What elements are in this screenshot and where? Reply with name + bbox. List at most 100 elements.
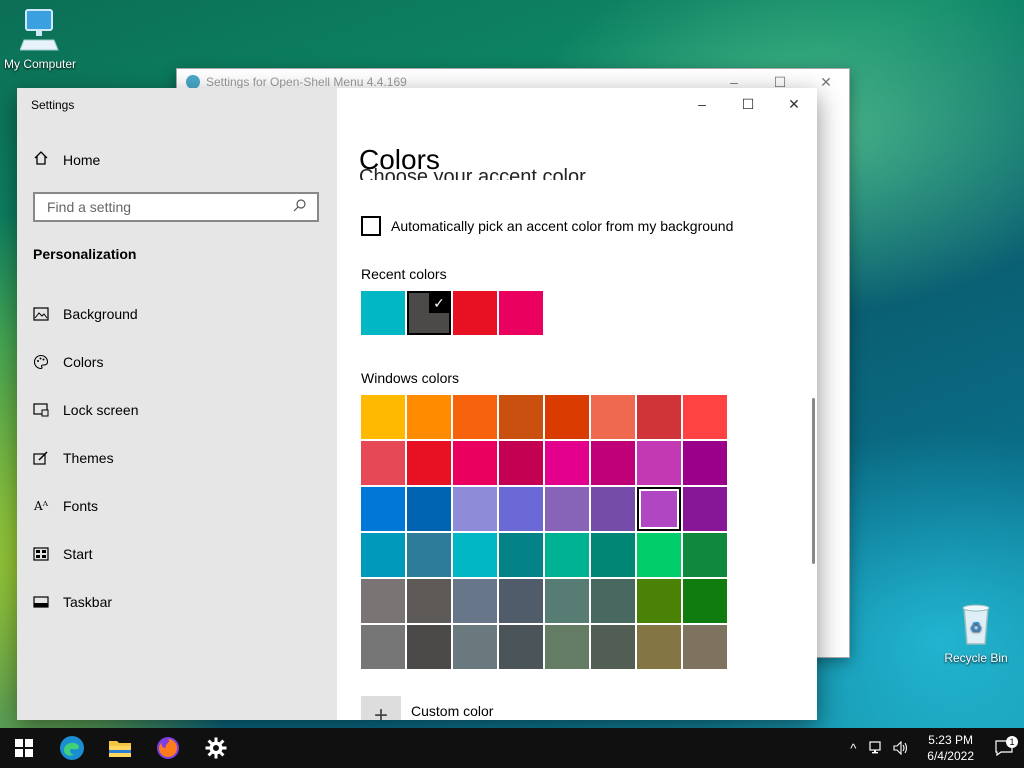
color-swatch[interactable] (499, 291, 543, 335)
color-swatch[interactable] (453, 395, 497, 439)
color-swatch[interactable] (637, 441, 681, 485)
color-swatch[interactable] (591, 625, 635, 669)
color-swatch[interactable] (683, 625, 727, 669)
color-swatch[interactable] (499, 533, 543, 577)
maximize-button[interactable]: ☐ (725, 88, 771, 120)
desktop-icon-my-computer[interactable]: My Computer (0, 8, 80, 71)
color-swatch[interactable] (683, 533, 727, 577)
home-icon (33, 150, 63, 169)
color-swatch[interactable] (683, 487, 727, 531)
color-swatch[interactable] (361, 625, 405, 669)
color-swatch[interactable] (637, 625, 681, 669)
color-swatch[interactable] (545, 579, 589, 623)
color-swatch[interactable] (361, 579, 405, 623)
color-swatch[interactable] (361, 395, 405, 439)
color-swatch[interactable] (637, 533, 681, 577)
nav-item-label: Background (63, 306, 138, 322)
nav-item-background[interactable]: Background (17, 290, 337, 338)
color-swatch[interactable] (453, 291, 497, 335)
clock-date: 6/4/2022 (927, 749, 974, 763)
custom-color-button[interactable]: + Custom color (361, 696, 493, 720)
volume-icon[interactable] (889, 741, 913, 755)
nav-item-lock-screen[interactable]: Lock screen (17, 386, 337, 434)
nav-item-themes[interactable]: Themes (17, 434, 337, 482)
color-swatch[interactable] (545, 395, 589, 439)
nav-item-label: Themes (63, 450, 114, 466)
search-icon[interactable] (293, 198, 307, 217)
checkbox-label: Automatically pick an accent color from … (391, 218, 734, 234)
settings-button[interactable] (192, 728, 240, 768)
color-swatch[interactable] (591, 441, 635, 485)
home-link[interactable]: Home (33, 150, 100, 169)
open-shell-icon (186, 75, 200, 89)
color-swatch[interactable] (545, 625, 589, 669)
chevron-up-icon[interactable]: ^ (841, 741, 865, 756)
color-swatch[interactable] (407, 533, 451, 577)
color-swatch[interactable] (591, 579, 635, 623)
nav-item-fonts[interactable]: Aᴬ Fonts (17, 482, 337, 530)
taskbar: ^ 5:23 PM 6/4/2022 1 (0, 728, 1024, 768)
search-box[interactable] (33, 192, 319, 222)
color-swatch[interactable] (499, 395, 543, 439)
color-swatch[interactable] (407, 395, 451, 439)
minimize-button[interactable]: – (679, 88, 725, 120)
computer-icon (0, 8, 80, 55)
color-swatch[interactable] (545, 487, 589, 531)
color-swatch[interactable] (453, 533, 497, 577)
color-swatch[interactable] (361, 291, 405, 335)
file-explorer-button[interactable] (96, 728, 144, 768)
color-swatch[interactable] (453, 625, 497, 669)
color-swatch[interactable] (407, 441, 451, 485)
color-swatch[interactable] (545, 533, 589, 577)
color-swatch[interactable] (361, 441, 405, 485)
color-swatch[interactable] (499, 579, 543, 623)
color-swatch[interactable] (591, 487, 635, 531)
firefox-button[interactable] (144, 728, 192, 768)
color-swatch[interactable] (637, 395, 681, 439)
color-swatch[interactable] (453, 441, 497, 485)
nav-item-colors[interactable]: Colors (17, 338, 337, 386)
color-swatch[interactable] (453, 579, 497, 623)
svg-text:♻: ♻ (970, 620, 983, 636)
firefox-icon (157, 737, 179, 759)
close-button[interactable]: ✕ (771, 88, 817, 120)
color-swatch[interactable] (453, 487, 497, 531)
nav-item-start[interactable]: Start (17, 530, 337, 578)
edge-button[interactable] (48, 728, 96, 768)
settings-window[interactable]: Settings Home Personalization Background (17, 88, 817, 720)
color-swatch[interactable] (591, 533, 635, 577)
nav-item-label: Start (63, 546, 93, 562)
color-swatch[interactable] (591, 395, 635, 439)
scrollbar[interactable] (812, 398, 815, 564)
plus-icon: + (361, 696, 401, 720)
start-icon (33, 546, 49, 562)
network-icon[interactable] (865, 741, 889, 755)
color-swatch[interactable]: ✓ (407, 291, 451, 335)
clock[interactable]: 5:23 PM 6/4/2022 (927, 732, 974, 764)
start-icon (15, 739, 33, 757)
color-swatch[interactable] (637, 579, 681, 623)
start-button[interactable] (0, 728, 48, 768)
color-swatch[interactable] (407, 579, 451, 623)
color-swatch[interactable] (361, 487, 405, 531)
color-swatch[interactable] (407, 487, 451, 531)
color-swatch[interactable] (637, 487, 681, 531)
nav-item-label: Fonts (63, 498, 99, 514)
color-swatch[interactable] (545, 441, 589, 485)
action-center-button[interactable]: 1 (984, 736, 1024, 756)
color-swatch[interactable] (499, 625, 543, 669)
desktop-icon-recycle-bin[interactable]: ♻ Recycle Bin (940, 602, 1012, 665)
color-swatch[interactable] (683, 441, 727, 485)
nav-item-taskbar[interactable]: Taskbar (17, 578, 337, 626)
color-swatch[interactable] (361, 533, 405, 577)
search-input[interactable] (45, 198, 293, 216)
settings-gear-icon (205, 737, 227, 759)
auto-pick-accent-checkbox[interactable]: Automatically pick an accent color from … (361, 216, 733, 236)
color-swatch[interactable] (683, 395, 727, 439)
checkbox-box[interactable] (361, 216, 381, 236)
color-swatch[interactable] (683, 579, 727, 623)
color-swatch[interactable] (407, 625, 451, 669)
recent-colors-label: Recent colors (361, 266, 447, 282)
color-swatch[interactable] (499, 441, 543, 485)
color-swatch[interactable] (499, 487, 543, 531)
